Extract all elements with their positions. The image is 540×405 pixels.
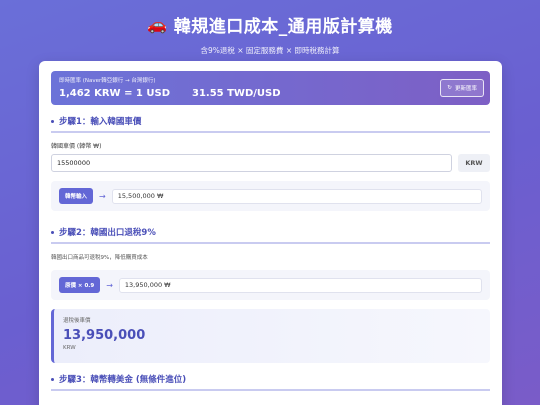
rate-twd-usd: 31.55 TWD/USD [192, 88, 281, 99]
bullet-icon [51, 230, 54, 234]
step1-title: 步驟1：輸入韓國車價 [51, 115, 490, 133]
step1-title-text: 步驟1：輸入韓國車價 [59, 117, 142, 127]
refresh-rate-label: 更新匯率 [454, 86, 477, 92]
bullet-icon [51, 119, 54, 123]
calculator-card: 即時匯率 (Naver韓亞銀行 → 台灣銀行) 1,462 KRW = 1 US… [39, 61, 502, 405]
price-unit: KRW [458, 154, 490, 172]
rate-values: 1,462 KRW = 1 USD 31.55 TWD/USD [59, 88, 482, 99]
step1-converted: 15,500,000 ₩ [111, 188, 482, 204]
page-header: 🚗 韓規進口成本_通用版計算機 含9%退稅 × 固定服務費 × 即時稅務計算 [0, 0, 540, 56]
refresh-icon: ↻ [447, 85, 452, 91]
step2-calc-box: 原價 × 0.9 → 13,950,000 ₩ [51, 270, 490, 300]
car-icon: 🚗 [147, 15, 168, 34]
arrow-right-icon: → [99, 191, 106, 201]
refund-result-box: 退稅後車價 13,950,000 KRW [51, 309, 490, 363]
step2-tag: 原價 × 0.9 [59, 277, 101, 293]
page-title: 🚗 韓規進口成本_通用版計算機 [0, 12, 540, 37]
result-value: 13,950,000 [63, 328, 146, 343]
rate-source: 即時匯率 (Naver韓亞銀行 → 台灣銀行) [59, 78, 156, 84]
rate-krw-usd: 1,462 KRW = 1 USD [59, 88, 170, 99]
page-subtitle: 含9%退稅 × 固定服務費 × 即時稅務計算 [200, 46, 340, 55]
refresh-rate-button[interactable]: ↻ 更新匯率 [440, 79, 484, 97]
bullet-icon [51, 377, 54, 381]
step2-description: 韓國出口商品可退稅9%，降低購買成本 [51, 255, 148, 261]
step1-calc-box: 韓幣輸入 → 15,500,000 ₩ [51, 181, 490, 211]
step3-title: 步驟3：韓幣轉美金 (無條件進位) [51, 373, 490, 391]
exchange-rate-bar: 即時匯率 (Naver韓亞銀行 → 台灣銀行) 1,462 KRW = 1 US… [51, 71, 490, 105]
price-input-row: KRW [51, 154, 490, 172]
step2-title-text: 步驟2：韓國出口退稅9% [59, 228, 156, 238]
step2-converted: 13,950,000 ₩ [118, 277, 482, 293]
page-title-text: 韓規進口成本_通用版計算機 [173, 17, 393, 37]
step3-title-text: 步驟3：韓幣轉美金 (無條件進位) [59, 375, 187, 385]
result-unit: KRW [63, 345, 76, 351]
step1-tag: 韓幣輸入 [59, 188, 94, 204]
result-label: 退稅後車價 [63, 318, 91, 324]
price-label: 韓國車價 (韓幣 ₩) [51, 143, 102, 150]
price-input[interactable] [51, 154, 452, 172]
step2-title: 步驟2：韓國出口退稅9% [51, 226, 490, 244]
arrow-right-icon: → [106, 280, 113, 290]
